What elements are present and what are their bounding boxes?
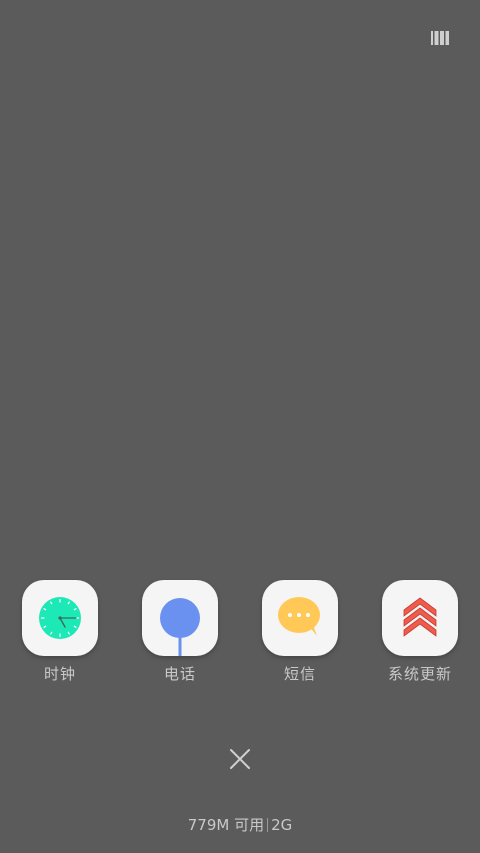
recent-apps-row: 时钟 电话 短信 系统更新 (0, 580, 480, 700)
memory-separator (267, 818, 269, 832)
memory-status: 779M 可用 2G (0, 816, 480, 834)
memory-available: 779M 可用 (187, 816, 265, 834)
close-icon (230, 749, 250, 769)
app-messages-tile[interactable] (262, 580, 338, 656)
app-phone-tile[interactable] (142, 580, 218, 656)
app-clock-tile[interactable] (22, 580, 98, 656)
app-phone[interactable]: 电话 (120, 580, 240, 683)
app-system-update-label: 系统更新 (387, 665, 452, 683)
app-clock-label: 时钟 (43, 665, 76, 683)
app-messages[interactable]: 短信 (240, 580, 360, 683)
clock-icon (39, 597, 81, 639)
phone-icon (160, 598, 200, 656)
app-messages-label: 短信 (283, 665, 316, 683)
view-toggle-icon (431, 31, 449, 45)
app-system-update-tile[interactable] (382, 580, 458, 656)
view-toggle-button[interactable] (426, 26, 456, 50)
memory-total: 2G (271, 816, 293, 834)
clear-all-button[interactable] (226, 745, 254, 773)
app-phone-label: 电话 (163, 665, 196, 683)
system-update-icon (403, 597, 437, 637)
app-clock[interactable]: 时钟 (0, 580, 120, 683)
app-system-update[interactable]: 系统更新 (360, 580, 480, 683)
message-icon (278, 597, 320, 636)
